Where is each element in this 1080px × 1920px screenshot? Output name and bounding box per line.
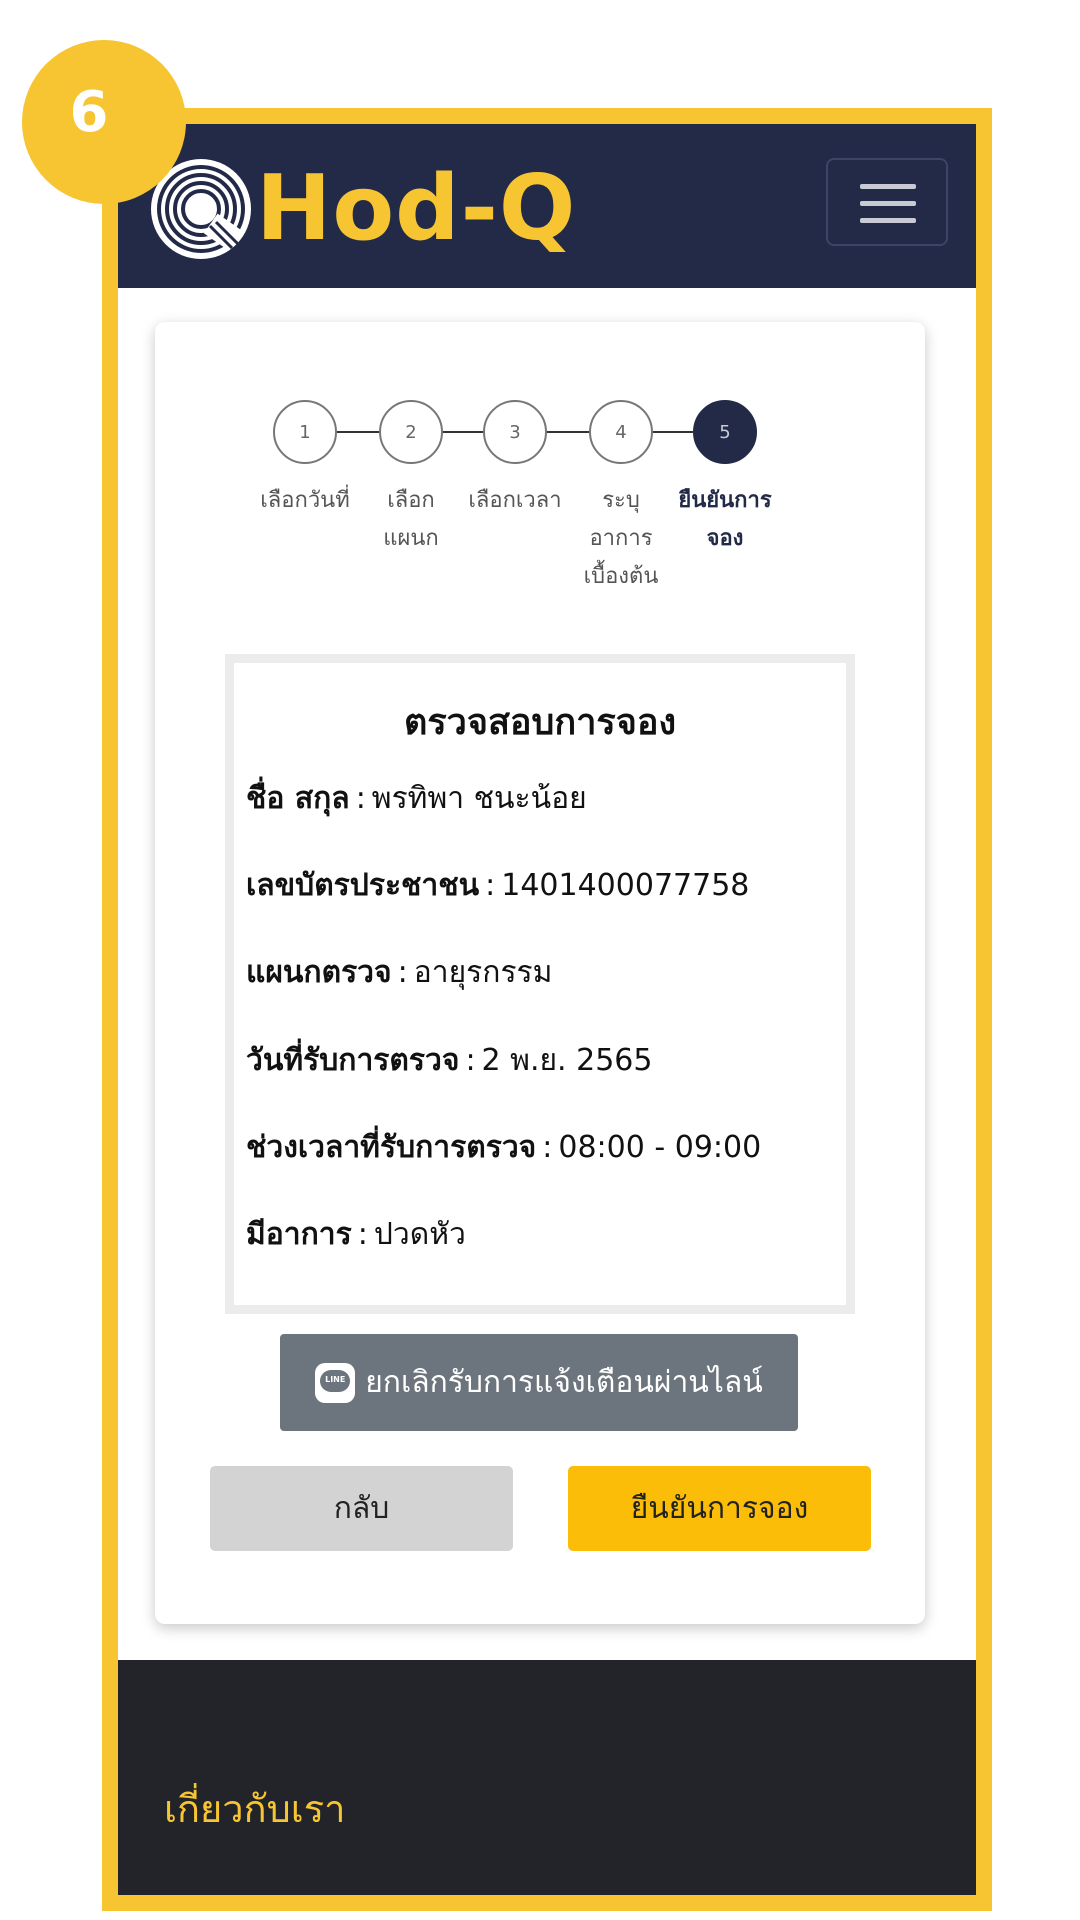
step-connector bbox=[337, 431, 379, 433]
field-value: 08:00 - 09:00 bbox=[558, 1130, 762, 1165]
step-5-label: ยืนยันการ จอง bbox=[678, 488, 772, 551]
phone-screen: Hod-Q 1 2 3 4 5 เลือกวันที่ เลือก แผนก เ… bbox=[118, 124, 976, 1895]
summary-row-department: แผนกตรวจ: อายุรกรรม bbox=[246, 949, 552, 996]
field-separator: : bbox=[542, 1130, 553, 1165]
step-1-label: เลือกวันที่ bbox=[260, 488, 350, 513]
summary-title: ตรวจสอบการจอง bbox=[403, 702, 677, 743]
step-2-label: เลือก แผนก bbox=[383, 488, 439, 551]
field-value: 2 พ.ย. 2565 bbox=[481, 1043, 653, 1078]
navbar: Hod-Q bbox=[118, 124, 976, 288]
step-2-circle: 2 bbox=[379, 400, 443, 464]
line-app-icon: LINE bbox=[315, 1362, 356, 1403]
step-5-circle: 5 bbox=[693, 400, 757, 464]
field-separator: : bbox=[397, 955, 408, 990]
summary-row-id-card: เลขบัตรประชาชน:1401400077758 bbox=[246, 862, 749, 909]
brand-name: Hod-Q bbox=[256, 156, 577, 261]
menu-bar-icon bbox=[860, 218, 916, 223]
about-us-link[interactable]: เกี่ยวกับเรา bbox=[164, 1778, 345, 1839]
cancel-line-notification-button[interactable]: LINE ยกเลิกรับการแจ้งเตือนผ่านไลน์ bbox=[280, 1334, 798, 1431]
brand-logo[interactable]: Hod-Q bbox=[150, 156, 576, 261]
booking-summary-box: ตรวจสอบการจอง ชื่อ สกุล: พรทิพา ชนะน้อย เ… bbox=[225, 654, 855, 1314]
step-connector bbox=[653, 431, 693, 433]
field-value: ปวดหัว bbox=[373, 1217, 466, 1252]
menu-bar-icon bbox=[860, 201, 916, 206]
step-number-badge: 6 bbox=[22, 40, 186, 204]
field-value: 1401400077758 bbox=[501, 868, 750, 903]
summary-row-date: วันที่รับการตรวจ:2 พ.ย. 2565 bbox=[246, 1037, 652, 1084]
step-1-circle: 1 bbox=[273, 400, 337, 464]
line-icon-text: LINE bbox=[325, 1374, 346, 1384]
booking-stepper: 1 2 3 4 5 เลือกวันที่ เลือก แผนก เลือกเว… bbox=[155, 322, 925, 589]
field-value: พรทิพา ชนะน้อย bbox=[371, 781, 587, 816]
footer: เกี่ยวกับเรา bbox=[118, 1660, 976, 1895]
field-value: อายุรกรรม bbox=[413, 955, 553, 990]
cancel-line-notification-label: ยกเลิกรับการแจ้งเตือนผ่านไลน์ bbox=[365, 1365, 763, 1400]
hamburger-menu-button[interactable] bbox=[826, 158, 948, 246]
field-separator: : bbox=[355, 781, 366, 816]
summary-row-symptom: มีอาการ: ปวดหัว bbox=[246, 1211, 466, 1258]
step-number: 6 bbox=[69, 79, 109, 145]
booking-card: 1 2 3 4 5 เลือกวันที่ เลือก แผนก เลือกเว… bbox=[155, 322, 925, 1624]
line-bubble: LINE bbox=[320, 1369, 351, 1392]
step-4-label: ระบุ อาการ เบื้องต้น bbox=[583, 488, 659, 589]
field-separator: : bbox=[485, 868, 496, 903]
step-3-label: เลือกเวลา bbox=[468, 488, 562, 513]
field-separator: : bbox=[357, 1217, 368, 1252]
field-label: มีอาการ bbox=[246, 1217, 352, 1252]
field-label: ชื่อ สกุล bbox=[246, 781, 350, 816]
menu-bar-icon bbox=[860, 184, 916, 189]
stage: 6 Hod-Q 1 2 3 4 5 เลือกวันที่ เลือก แผนก… bbox=[0, 0, 1080, 1920]
summary-row-name: ชื่อ สกุล: พรทิพา ชนะน้อย bbox=[246, 775, 587, 822]
step-connector bbox=[547, 431, 589, 433]
back-button[interactable]: กลับ bbox=[210, 1466, 513, 1551]
step-4-circle: 4 bbox=[589, 400, 653, 464]
summary-row-time-slot: ช่วงเวลาที่รับการตรวจ:08:00 - 09:00 bbox=[246, 1124, 761, 1171]
step-3-circle: 3 bbox=[483, 400, 547, 464]
confirm-booking-button[interactable]: ยืนยันการจอง bbox=[568, 1466, 871, 1551]
field-label: ช่วงเวลาที่รับการตรวจ bbox=[246, 1130, 537, 1165]
field-label: เลขบัตรประชาชน bbox=[246, 868, 480, 903]
step-connector bbox=[443, 431, 483, 433]
field-label: วันที่รับการตรวจ bbox=[246, 1043, 460, 1078]
field-label: แผนกตรวจ bbox=[246, 955, 392, 990]
field-separator: : bbox=[465, 1043, 476, 1078]
